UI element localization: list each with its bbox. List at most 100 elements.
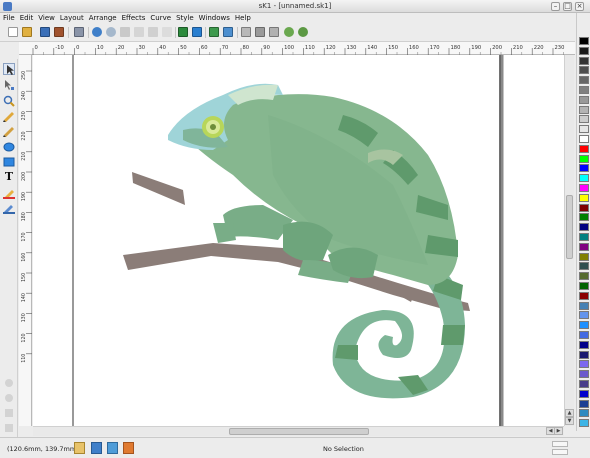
palette-swatch[interactable] [579,223,589,232]
menu-arrange[interactable]: Arrange [86,13,119,22]
palette-swatch[interactable] [579,252,589,261]
palette-swatch[interactable] [579,193,589,202]
palette-swatch[interactable] [579,164,589,173]
import-icon[interactable] [178,27,188,37]
palette-swatch[interactable] [579,291,589,300]
save-as-icon[interactable] [54,27,64,37]
palette-swatch[interactable] [579,360,589,369]
selection-info: No Selection [323,445,364,453]
maximize-button[interactable]: □ [563,2,572,11]
rectangle-icon[interactable] [3,156,15,168]
horizontal-scroll-thumb[interactable] [229,428,369,435]
palette-swatch[interactable] [579,399,589,408]
new-icon[interactable] [8,27,18,37]
outline-icon[interactable] [3,202,15,214]
menu-style[interactable]: Style [173,13,196,22]
palette-swatch[interactable] [579,95,589,104]
node-edit-icon[interactable] [3,79,15,91]
menu-layout[interactable]: Layout [57,13,86,22]
fill-icon[interactable] [3,187,15,199]
open-icon[interactable] [22,27,32,37]
copy-icon[interactable] [134,27,144,37]
export-icon[interactable] [192,27,202,37]
break-icon[interactable] [269,27,279,37]
ungroup-icon[interactable] [223,27,233,37]
palette-swatch[interactable] [579,419,589,428]
menu-curve[interactable]: Curve [147,13,173,22]
layers-icon[interactable] [91,442,102,454]
palette-swatch[interactable] [579,350,589,359]
ruler-vertical[interactable]: 250 240 230 220 210 200 190 180 170 160 150 140 130 1… [19,55,32,426]
cut-icon[interactable] [120,27,130,37]
palette-swatch[interactable] [579,144,589,153]
palette-swatch[interactable] [579,331,589,339]
palette-swatch[interactable] [579,76,589,85]
menu-edit[interactable]: Edit [17,13,36,22]
menu-view[interactable]: View [35,13,57,22]
freehand-icon[interactable] [3,110,15,122]
palette-swatch[interactable] [579,66,589,75]
undo-icon[interactable] [92,27,102,37]
palette-swatch[interactable] [579,233,589,241]
scroll-down-button[interactable]: ▼ [565,417,574,425]
palette-swatch[interactable] [579,272,589,281]
scroll-up-button[interactable]: ▲ [565,409,574,417]
palette-swatch[interactable] [579,125,589,134]
palette-swatch[interactable] [579,135,589,143]
palette-swatch[interactable] [579,409,589,418]
selector-icon[interactable] [3,63,15,75]
ruler-horizontal[interactable]: 0 -10 0 10 20 30 40 50 60 70 80 90 100 110 120 130 140 15… [19,42,575,55]
outline-indicator[interactable] [552,449,568,455]
palette-swatch[interactable] [579,154,589,163]
palette-swatch[interactable] [579,184,589,192]
print-icon[interactable] [74,27,84,37]
horizontal-scrollbar[interactable]: ◀ ▶ [33,426,564,436]
palette-swatch[interactable] [579,56,589,65]
group-icon[interactable] [209,27,219,37]
scroll-right-button[interactable]: ▶ [554,427,563,435]
combine-icon[interactable] [255,27,265,37]
ellipse-icon[interactable] [3,141,15,153]
zoom-tool-icon[interactable] [3,95,15,107]
palette-swatch[interactable] [579,46,589,55]
palette-swatch[interactable] [579,321,589,330]
palette-swatch[interactable] [579,105,589,114]
delete-icon[interactable] [162,27,172,37]
palette-swatch[interactable] [579,282,589,290]
menu-windows[interactable]: Windows [196,13,232,22]
snap-grid-icon[interactable] [107,442,118,454]
save-icon[interactable] [40,27,50,37]
palette-swatch[interactable] [579,380,589,388]
minimize-button[interactable]: – [551,2,560,11]
palette-swatch[interactable] [579,370,589,379]
zoom-out-icon[interactable] [298,27,308,37]
align-icon[interactable] [241,27,251,37]
vertical-scroll-thumb[interactable] [566,195,573,259]
fill-indicator[interactable] [552,441,568,447]
palette-swatch[interactable] [579,242,589,251]
menu-effects[interactable]: Effects [119,13,148,22]
snap-object-icon[interactable] [123,442,134,454]
palette-swatch[interactable] [579,311,589,320]
drawing-canvas[interactable] [33,55,564,426]
palette-swatch[interactable] [579,301,589,310]
close-button[interactable]: × [575,2,584,11]
palette-swatch[interactable] [579,174,589,183]
palette-swatch[interactable] [579,86,589,94]
palette-swatch[interactable] [579,340,589,349]
menu-file[interactable]: File [0,13,17,22]
vertical-scrollbar[interactable]: ▲ ▼ [564,55,574,426]
bezier-icon[interactable] [3,125,15,137]
text-icon[interactable]: T [3,171,15,183]
menu-help[interactable]: Help [232,13,253,22]
zoom-in-icon[interactable] [284,27,294,37]
palette-swatch[interactable] [579,213,589,222]
paste-icon[interactable] [148,27,158,37]
palette-swatch[interactable] [579,115,589,124]
palette-swatch[interactable] [579,262,589,271]
palette-swatch[interactable] [579,389,589,398]
page-icon[interactable] [74,442,85,454]
palette-swatch[interactable] [579,37,589,45]
palette-swatch[interactable] [579,203,589,212]
redo-icon[interactable] [106,27,116,37]
